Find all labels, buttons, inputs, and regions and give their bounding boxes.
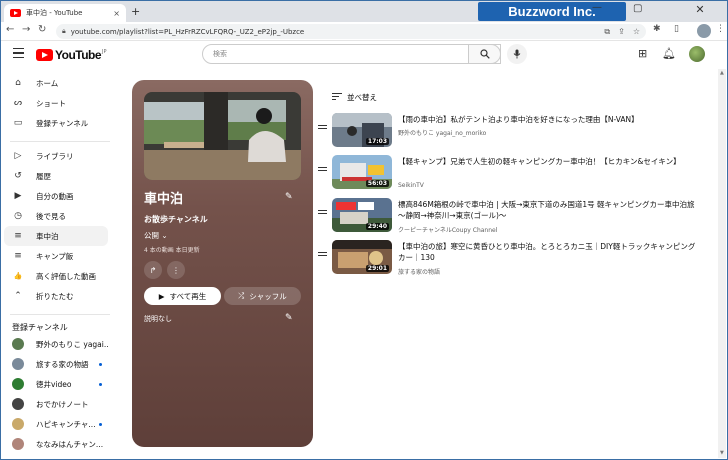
window-frame (0, 0, 728, 460)
